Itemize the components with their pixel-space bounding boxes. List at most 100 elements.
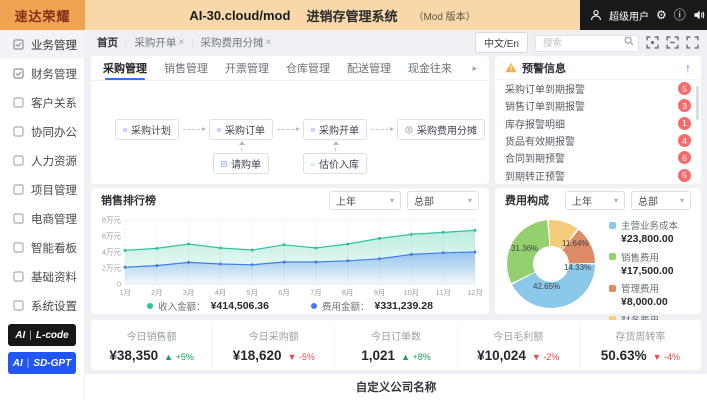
sidebar-item-project[interactable]: 项目管理 [0, 175, 84, 204]
flow-node-purchase-billing[interactable]: 采购开单 [303, 119, 367, 140]
scrollbar-thumb[interactable] [696, 86, 699, 120]
tab-home[interactable]: 首页 [97, 35, 118, 50]
search-box [535, 33, 639, 52]
svg-text:6万元: 6万元 [102, 232, 122, 241]
legend-name: 收入金额： [158, 302, 206, 313]
legend-dot [311, 303, 317, 309]
gear-icon[interactable]: ⚙ [656, 9, 667, 22]
alert-label: 到期转正预警 [505, 171, 565, 183]
scan-icon[interactable] [646, 35, 659, 49]
svg-text:11月: 11月 [436, 288, 451, 297]
sidebar-item-finance[interactable]: 财务管理 [0, 59, 84, 88]
sidebar-item-settings[interactable]: 系统设置 [0, 291, 84, 320]
year-select[interactable]: 上年 ▾ [329, 190, 401, 210]
alert-count-badge: 1 [678, 116, 691, 130]
tab-purchase-expense[interactable]: 采购费用分摊 × [201, 35, 272, 50]
sidebar-item-ecommerce[interactable]: 电商管理 [0, 204, 84, 233]
purchase-flow-card: 采购管理 销售管理 开票管理 仓库管理 配送管理 现金往来 ▸ 采购计划 采购订… [91, 56, 489, 184]
slice-pct-label: 11.64% [562, 239, 589, 248]
chevron-down-icon: ▾ [389, 195, 394, 205]
user-icon[interactable] [590, 9, 602, 22]
arrow-right-icon[interactable]: ▸ [472, 63, 477, 74]
flow-node-purchase-plan[interactable]: 采购计划 [115, 119, 179, 140]
flow-node-label: 采购费用分摊 [417, 126, 477, 137]
stat-value: 50.63% [600, 347, 647, 363]
stat-today-orders: 今日订单数 1,021 ▲ +8% [335, 323, 458, 367]
alert-row-stock[interactable]: 库存报警明细 1 [495, 115, 701, 132]
flow-node-purchase-order[interactable]: 采购订单 [209, 119, 273, 140]
tab-purchase-billing[interactable]: 采购开单 × [134, 35, 184, 50]
fullscreen-icon[interactable] [686, 35, 699, 49]
header-title-bar: AI-30.cloud/mod 进销存管理系统 （Mod 版本） [85, 0, 580, 30]
alert-row-probation[interactable]: 到期转正预警 5 [495, 166, 701, 183]
module-icon [13, 271, 24, 282]
badge-label: SD-GPT [33, 357, 72, 369]
sidebar-item-business[interactable]: 业务管理 [0, 30, 84, 59]
sidebar-item-basedata[interactable]: 基础资料 [0, 262, 84, 291]
alert-row-contract[interactable]: 合同到期预警 6 [495, 149, 701, 166]
flow-node-estimated-inbound[interactable]: 估价入库 [303, 153, 367, 174]
close-icon[interactable]: × [266, 37, 272, 48]
tab-sales-mgmt[interactable]: 销售管理 [164, 56, 208, 80]
svg-text:3月: 3月 [183, 288, 195, 297]
svg-text:1月: 1月 [119, 288, 131, 297]
legend-dot [609, 221, 616, 229]
svg-text:2万元: 2万元 [102, 264, 122, 273]
search-icon [624, 36, 634, 46]
expense-chart-card: 费用构成 上年 ▾ 总部 ▾ 42.65% 31.36% 14.33% 11.6… [495, 188, 701, 340]
stat-today-sales: 今日销售额 ¥38,350 ▲ +5% [91, 323, 214, 367]
tab-invoice-mgmt[interactable]: 开票管理 [225, 56, 269, 80]
org-select[interactable]: 总部 ▾ [407, 190, 479, 210]
stat-delta: ▲ +5% [164, 351, 194, 362]
flow-arrow-up [238, 141, 245, 151]
legend-name: 销售费用 [621, 252, 660, 264]
flow-node-label: 采购开单 [319, 126, 359, 137]
sidebar-item-dashboard[interactable]: 智能看板 [0, 233, 84, 262]
alert-count-badge: 5 [678, 168, 691, 182]
module-tab-bar: 采购管理 销售管理 开票管理 仓库管理 配送管理 现金往来 ▸ [91, 56, 489, 81]
tab-cash-mgmt[interactable]: 现金往来 [408, 56, 452, 80]
badge-label: L-code [35, 329, 69, 341]
alert-row-expiry[interactable]: 货品有效期报警 4 [495, 132, 701, 149]
sidebar-item-hr[interactable]: 人力资源 [0, 146, 84, 175]
ai-sdgpt-badge[interactable]: AI | SD-GPT [8, 352, 76, 374]
tab-warehouse-mgmt[interactable]: 仓库管理 [286, 56, 330, 80]
stat-today-profit: 今日毛利额 ¥10,024 ▼ -2% [458, 323, 580, 367]
sales-area-chart: 02万元4万元6万元8万元1月 2月 3月 4月 5月 6月 7月 8月 9月 10月 11月 12月 [102, 216, 483, 298]
stat-label: 今日销售额 [126, 331, 177, 343]
org-select[interactable]: 总部 ▾ [631, 190, 691, 210]
badge-divider: | [29, 329, 32, 341]
current-user[interactable]: 超级用户 [609, 8, 649, 23]
legend-dot [609, 284, 616, 292]
alert-count-badge: 5 [678, 82, 691, 96]
flow-node-requisition[interactable]: 请购单 [213, 153, 269, 174]
language-toggle-button[interactable]: 中文/En [474, 31, 528, 53]
alert-count-badge: 6 [678, 151, 691, 165]
flow-node-label: 估价入库 [319, 160, 359, 171]
alert-count-badge: 3 [678, 99, 691, 113]
tab-delivery-mgmt[interactable]: 配送管理 [347, 56, 391, 80]
alert-row-sales-due[interactable]: 销售订单到期报警 3 [495, 97, 701, 114]
speaker-icon[interactable] [693, 9, 705, 22]
alert-row-purchase-due[interactable]: 采购订单到期报警 5 [495, 80, 701, 97]
close-icon[interactable]: × [178, 37, 184, 48]
legend-admin-expense: 管理费用 ¥8,000.00 [609, 281, 678, 308]
sales-chart-header: 销售排行榜 上年 ▾ 总部 ▾ [91, 188, 489, 212]
stat-label: 今日采购额 [248, 331, 299, 343]
flow-node-expense-allocation[interactable]: 采购费用分摊 [397, 119, 485, 140]
tab-purchase-mgmt[interactable]: 采购管理 [103, 56, 147, 80]
module-icon [13, 126, 24, 137]
alerts-card: 预警信息 ↑ 采购订单到期报警 5 销售订单到期报警 3 库存报警明细 1 货品… [495, 56, 701, 184]
legend-amount: ¥17,500.00 [621, 264, 674, 277]
info-icon[interactable]: ⓘ [674, 9, 686, 22]
sidebar-item-crm[interactable]: 客户关系 [0, 88, 84, 117]
ai-lcode-badge[interactable]: AI | L-code [8, 324, 76, 346]
edition-label: （Mod 版本） [413, 11, 476, 23]
exit-fullscreen-icon[interactable] [666, 35, 679, 49]
arrow-up-icon[interactable]: ↑ [685, 61, 691, 75]
legend-amount: ¥8,000.00 [621, 296, 668, 308]
sidebar-item-oa[interactable]: 协同办公 [0, 117, 84, 146]
sidebar: 业务管理 财务管理 客户关系 协同办公 人力资源 项目管理 电商管理 智能看板 … [0, 30, 85, 400]
legend-name: 管理费用 [621, 284, 660, 295]
year-select[interactable]: 上年 ▾ [565, 190, 625, 210]
